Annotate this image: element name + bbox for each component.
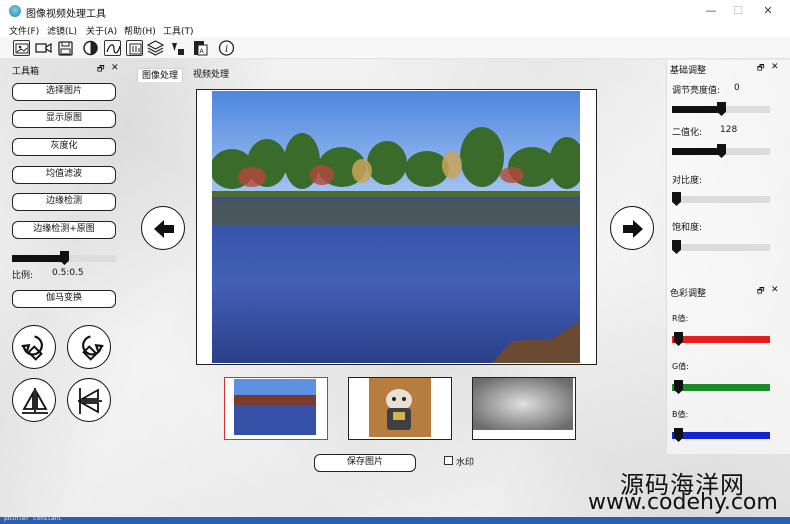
ratio-slider[interactable] (12, 251, 116, 265)
menu-file[interactable]: 文件(F) (9, 24, 39, 37)
save-image-button[interactable]: 保存图片 (314, 454, 416, 472)
edge-detect-button[interactable]: 边缘检测 (12, 193, 116, 211)
basic-close-icon[interactable]: ✕ (771, 62, 779, 72)
brightness-label: 调节亮度值: (672, 86, 721, 96)
rotate-left-button[interactable] (12, 325, 56, 369)
layers-icon[interactable] (147, 40, 164, 56)
brightness-slider[interactable] (672, 102, 770, 116)
next-image-button[interactable] (610, 206, 654, 250)
color-float-icon[interactable]: 🗗 (757, 285, 765, 299)
contrast-icon[interactable] (82, 40, 99, 56)
flip-vertical-icon (22, 388, 48, 414)
green-label: G值: (672, 362, 689, 371)
close-window-button[interactable]: ✕ (757, 3, 779, 19)
arrow-left-icon (154, 220, 174, 238)
text-tool-icon[interactable] (169, 40, 186, 56)
tab-video-processing[interactable]: 视频处理 (189, 68, 233, 82)
histogram-icon[interactable] (126, 40, 143, 56)
basic-adjust-title: 基础调整 (670, 66, 707, 76)
binary-value: 128 (720, 125, 738, 135)
flip-horizontal-button[interactable] (67, 378, 111, 422)
menu-help[interactable]: 帮助(H) (124, 24, 156, 37)
watermark-tool-icon[interactable]: A (192, 40, 209, 56)
mean-filter-button[interactable]: 均值滤波 (12, 166, 116, 184)
color-adjust-title: 色彩调整 (670, 289, 707, 299)
site-watermark-url: www.codehy.com (588, 490, 778, 515)
show-original-button[interactable]: 显示原图 (12, 110, 116, 128)
toolbox-close-icon[interactable]: ✕ (111, 63, 119, 73)
blue-slider[interactable] (672, 428, 770, 442)
maximize-button[interactable]: ☐ (727, 3, 749, 19)
curve-icon[interactable] (104, 40, 121, 56)
thumbnail-texture[interactable] (472, 377, 576, 440)
gamma-transform-button[interactable]: 伽马变换 (12, 290, 116, 308)
previous-image-button[interactable] (141, 206, 185, 250)
red-slider[interactable] (672, 332, 770, 346)
saturation-label: 饱和度: (672, 223, 703, 233)
edge-detect-original-button[interactable]: 边缘检测+原图 (12, 221, 116, 239)
flip-horizontal-icon (78, 388, 102, 414)
saturation-slider[interactable] (672, 240, 770, 254)
menu-tools[interactable]: 工具(T) (163, 24, 194, 37)
svg-text:i: i (225, 44, 228, 55)
toolbox-float-icon[interactable]: 🗗 (97, 63, 105, 77)
color-close-icon[interactable]: ✕ (771, 285, 779, 295)
app-logo-icon (9, 5, 21, 17)
watermark-checkbox-label: 水印 (456, 458, 475, 468)
ratio-value: 0.5:0.5 (52, 268, 84, 278)
green-slider[interactable] (672, 380, 770, 394)
rotate-right-button[interactable] (67, 325, 111, 369)
rotate-left-icon (21, 335, 43, 361)
grayscale-button[interactable]: 灰度化 (12, 138, 116, 156)
video-camera-icon[interactable] (35, 40, 52, 56)
window-title: 图像视频处理工具 (26, 9, 106, 20)
flip-vertical-button[interactable] (12, 378, 56, 422)
blue-label: B值: (672, 410, 689, 419)
contrast-label: 对比度: (672, 176, 703, 186)
binary-label: 二值化: (672, 128, 703, 138)
menu-bar (0, 22, 790, 37)
basic-float-icon[interactable]: 🗗 (757, 62, 765, 76)
open-image-icon[interactable] (13, 40, 30, 56)
select-image-button[interactable]: 选择图片 (12, 83, 116, 101)
status-bar (0, 517, 790, 524)
menu-filter[interactable]: 滤镜(L) (47, 24, 77, 37)
brightness-value: 0 (734, 83, 740, 93)
arrow-right-icon (623, 220, 643, 238)
toolbox-title: 工具箱 (12, 67, 40, 77)
binary-slider[interactable] (672, 144, 770, 158)
thumbnail-lake[interactable] (224, 377, 328, 440)
menu-about[interactable]: 关于(A) (86, 24, 117, 37)
contrast-slider[interactable] (672, 192, 770, 206)
minimize-button[interactable]: — (700, 3, 722, 19)
ratio-label: 比例: (12, 271, 34, 281)
thumbnail-cat[interactable] (348, 377, 452, 440)
info-icon[interactable]: i (218, 40, 235, 56)
red-label: R值: (672, 314, 689, 323)
watermark-checkbox[interactable] (444, 456, 453, 465)
title-bar (0, 0, 790, 22)
save-disk-icon[interactable] (57, 40, 74, 56)
rotate-right-icon (82, 335, 104, 361)
tab-image-processing[interactable]: 图像处理 (137, 68, 184, 82)
main-image-lake (212, 91, 580, 363)
status-text: pointer constant (4, 515, 62, 522)
